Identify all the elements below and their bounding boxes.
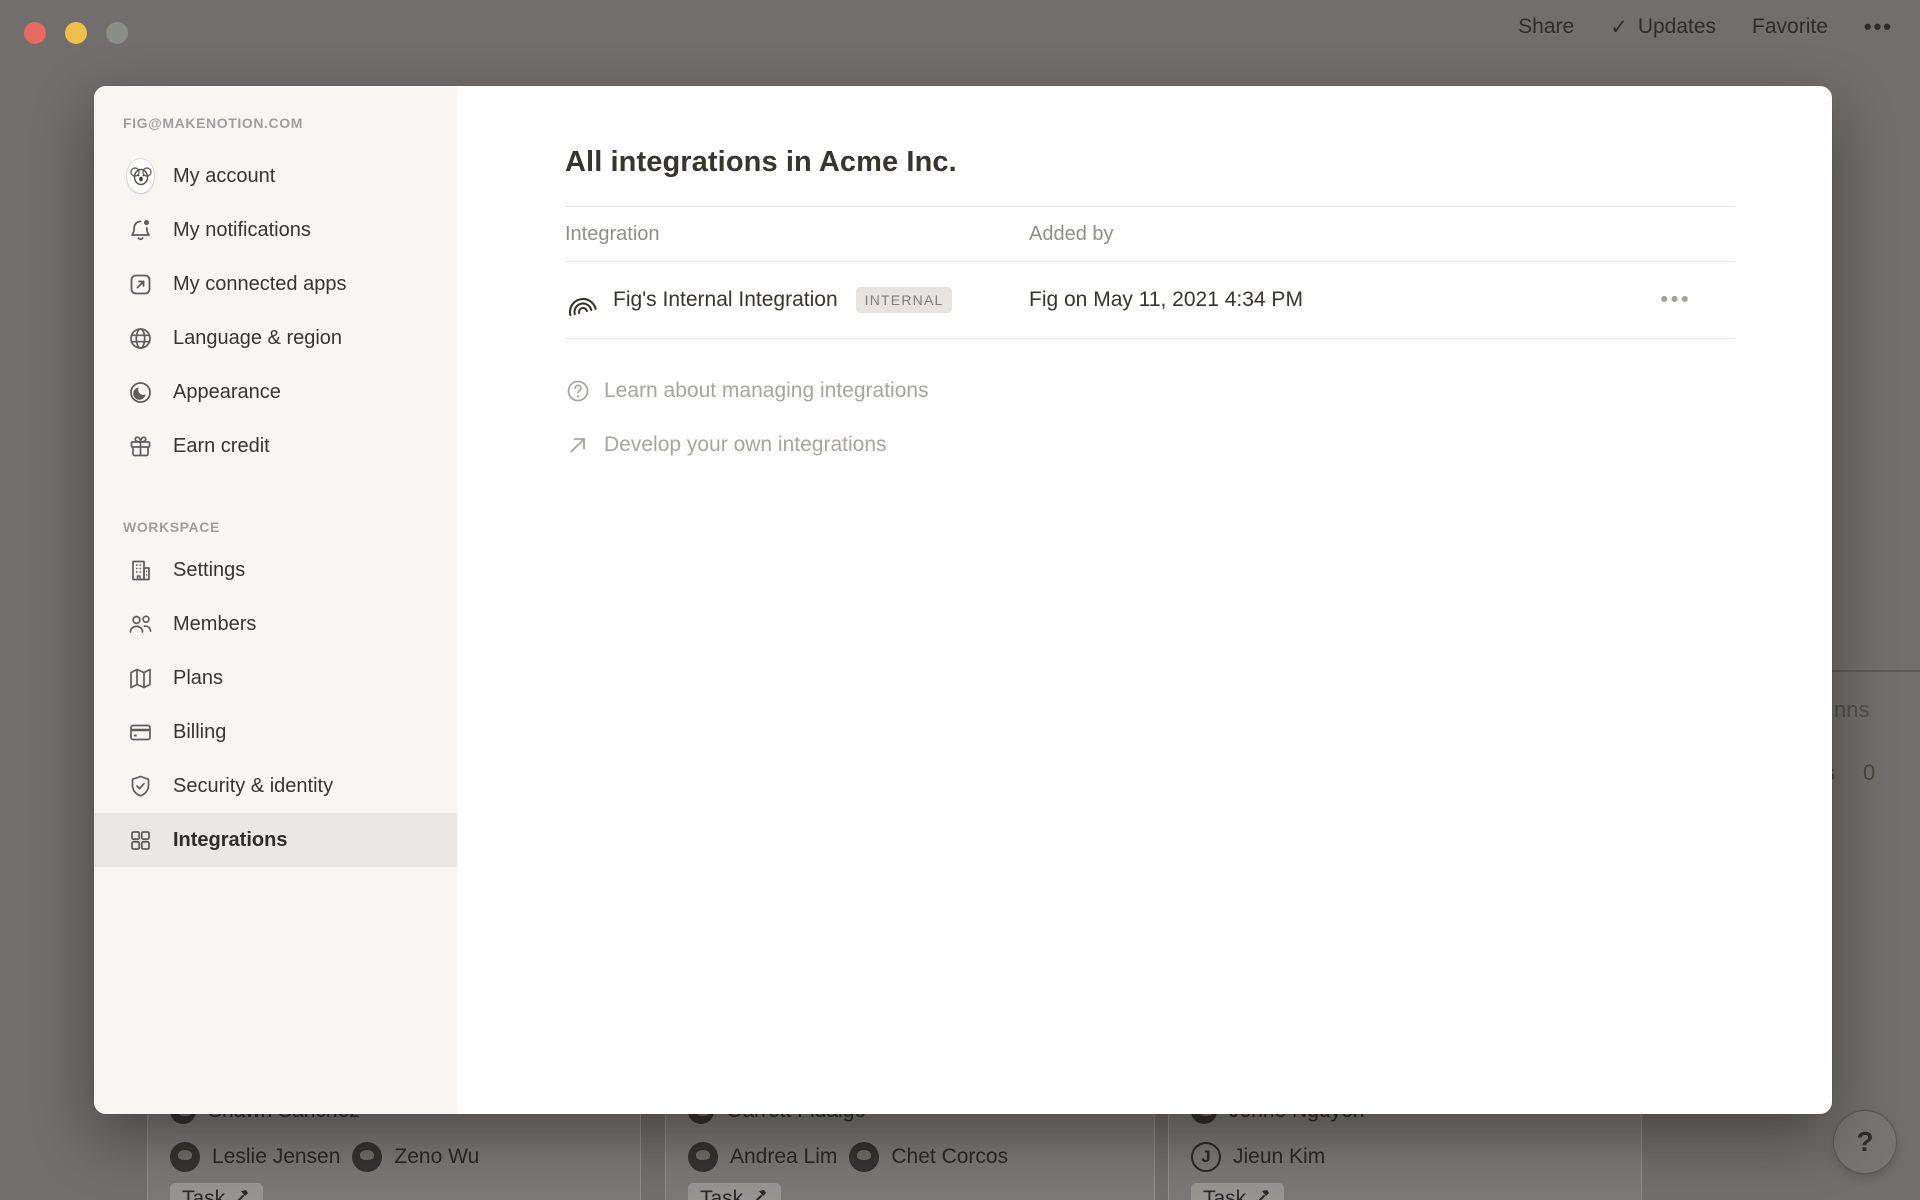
favorite-label: Favorite xyxy=(1752,15,1828,39)
share-button[interactable]: Share xyxy=(1518,15,1574,39)
workspace-section-label: WORKSPACE xyxy=(123,519,457,535)
learn-integrations-link[interactable]: Learn about managing integrations xyxy=(565,376,1735,406)
credit-card-icon xyxy=(127,719,154,746)
moon-icon xyxy=(127,379,154,406)
settings-modal: FIG@MAKENOTION.COM My account xyxy=(94,86,1832,1114)
favorite-button[interactable]: Favorite xyxy=(1752,15,1828,39)
link-label: Develop your own integrations xyxy=(604,433,887,457)
arrow-up-right-icon xyxy=(565,432,591,458)
sidebar-item-label: Appearance xyxy=(173,381,281,404)
sidebar-item-members[interactable]: Members xyxy=(94,597,457,651)
sidebar-item-label: Billing xyxy=(173,721,226,744)
traffic-minimize-button[interactable] xyxy=(65,22,87,44)
avatar xyxy=(352,1142,382,1172)
hammer-icon xyxy=(233,1187,251,1200)
link-label: Learn about managing integrations xyxy=(604,379,929,403)
sidebar-item-billing[interactable]: Billing xyxy=(94,705,457,759)
person-name: Chet Corcos xyxy=(891,1145,1008,1169)
avatar-letter: J xyxy=(1191,1142,1221,1172)
task-tag: Task xyxy=(688,1183,781,1200)
column-header-added-by: Added by xyxy=(1029,223,1617,246)
added-by-value: Fig on May 11, 2021 4:34 PM xyxy=(1029,288,1617,312)
sidebar-item-label: Plans xyxy=(173,667,223,690)
globe-icon xyxy=(127,325,154,352)
sidebar-item-label: Settings xyxy=(173,559,245,582)
row-more-button[interactable]: ••• xyxy=(1660,288,1691,312)
internal-badge: INTERNAL xyxy=(856,287,953,313)
sidebar-item-earn-credit[interactable]: Earn credit xyxy=(94,419,457,473)
sidebar-item-my-account[interactable]: My account xyxy=(94,149,457,203)
share-label: Share xyxy=(1518,15,1574,39)
sidebar-item-my-connected-apps[interactable]: My connected apps xyxy=(94,257,457,311)
board-members-row: Andrea Lim Chet Corcos xyxy=(688,1142,1008,1172)
gift-icon xyxy=(127,433,154,460)
sidebar-item-appearance[interactable]: Appearance xyxy=(94,365,457,419)
board-members-row: Leslie Jensen Zeno Wu xyxy=(170,1142,479,1172)
task-tag-label: Task xyxy=(1203,1187,1246,1200)
avatar xyxy=(688,1142,718,1172)
person-name: Zeno Wu xyxy=(394,1145,479,1169)
fragment-count: 0 xyxy=(1863,760,1875,786)
more-menu-button[interactable]: ••• xyxy=(1864,14,1893,40)
sidebar-item-plans[interactable]: Plans xyxy=(94,651,457,705)
shield-check-icon xyxy=(127,773,154,800)
bell-icon xyxy=(127,217,154,244)
task-tag-label: Task xyxy=(182,1187,225,1200)
hammer-icon xyxy=(1254,1187,1272,1200)
sidebar-item-label: Earn credit xyxy=(173,435,270,458)
sidebar-item-label: Security & identity xyxy=(173,775,333,798)
column-header-integration: Integration xyxy=(565,223,1029,246)
board-members-row: J Jieun Kim xyxy=(1191,1142,1325,1172)
avatar xyxy=(170,1142,200,1172)
avatar xyxy=(849,1142,879,1172)
table-row: Fig's Internal Integration INTERNAL Fig … xyxy=(565,262,1735,339)
develop-integrations-link[interactable]: Develop your own integrations xyxy=(565,430,1735,460)
person-name: Jieun Kim xyxy=(1233,1145,1325,1169)
person-name: Leslie Jensen xyxy=(212,1145,340,1169)
help-circle-icon xyxy=(565,378,591,404)
table-header-row: Integration Added by xyxy=(565,206,1735,262)
updates-button[interactable]: ✓ Updates xyxy=(1610,15,1716,40)
arrow-out-box-icon xyxy=(127,271,154,298)
sidebar-item-label: My notifications xyxy=(173,219,311,242)
task-tag: Task xyxy=(170,1183,263,1200)
background-divider xyxy=(1830,670,1920,672)
user-avatar-icon xyxy=(127,163,154,190)
updates-label: Updates xyxy=(1638,15,1716,39)
integrations-table: Integration Added by xyxy=(565,206,1735,339)
sidebar-item-security-identity[interactable]: Security & identity xyxy=(94,759,457,813)
sidebar-item-label: Language & region xyxy=(173,327,342,350)
settings-sidebar: FIG@MAKENOTION.COM My account xyxy=(94,86,457,1114)
integrations-panel: All integrations in Acme Inc. Integratio… xyxy=(457,86,1832,1114)
sidebar-item-label: My account xyxy=(173,165,275,188)
hammer-icon xyxy=(751,1187,769,1200)
people-icon xyxy=(127,611,154,638)
sidebar-item-language-region[interactable]: Language & region xyxy=(94,311,457,365)
map-icon xyxy=(127,665,154,692)
sidebar-item-settings[interactable]: Settings xyxy=(94,543,457,597)
page-title: All integrations in Acme Inc. xyxy=(565,146,1735,179)
grid-icon xyxy=(127,827,154,854)
sidebar-item-label: Members xyxy=(173,613,256,636)
traffic-zoom-button[interactable] xyxy=(106,22,128,44)
building-icon xyxy=(127,557,154,584)
integration-logo-icon xyxy=(565,282,601,318)
traffic-close-button[interactable] xyxy=(24,22,46,44)
task-tag: Task xyxy=(1191,1183,1284,1200)
background-text-fragment: nns xyxy=(1834,697,1869,723)
integration-name: Fig's Internal Integration xyxy=(613,288,838,312)
help-button[interactable]: ? xyxy=(1833,1110,1897,1174)
sidebar-item-label: Integrations xyxy=(173,829,287,852)
window-topbar: Share ✓ Updates Favorite ••• xyxy=(1518,14,1893,40)
sidebar-item-my-notifications[interactable]: My notifications xyxy=(94,203,457,257)
sidebar-item-label: My connected apps xyxy=(173,273,346,296)
person-name: Andrea Lim xyxy=(730,1145,837,1169)
task-tag-label: Task xyxy=(700,1187,743,1200)
check-icon: ✓ xyxy=(1610,15,1628,40)
account-email-label: FIG@MAKENOTION.COM xyxy=(123,115,457,131)
sidebar-item-integrations[interactable]: Integrations xyxy=(94,813,457,867)
